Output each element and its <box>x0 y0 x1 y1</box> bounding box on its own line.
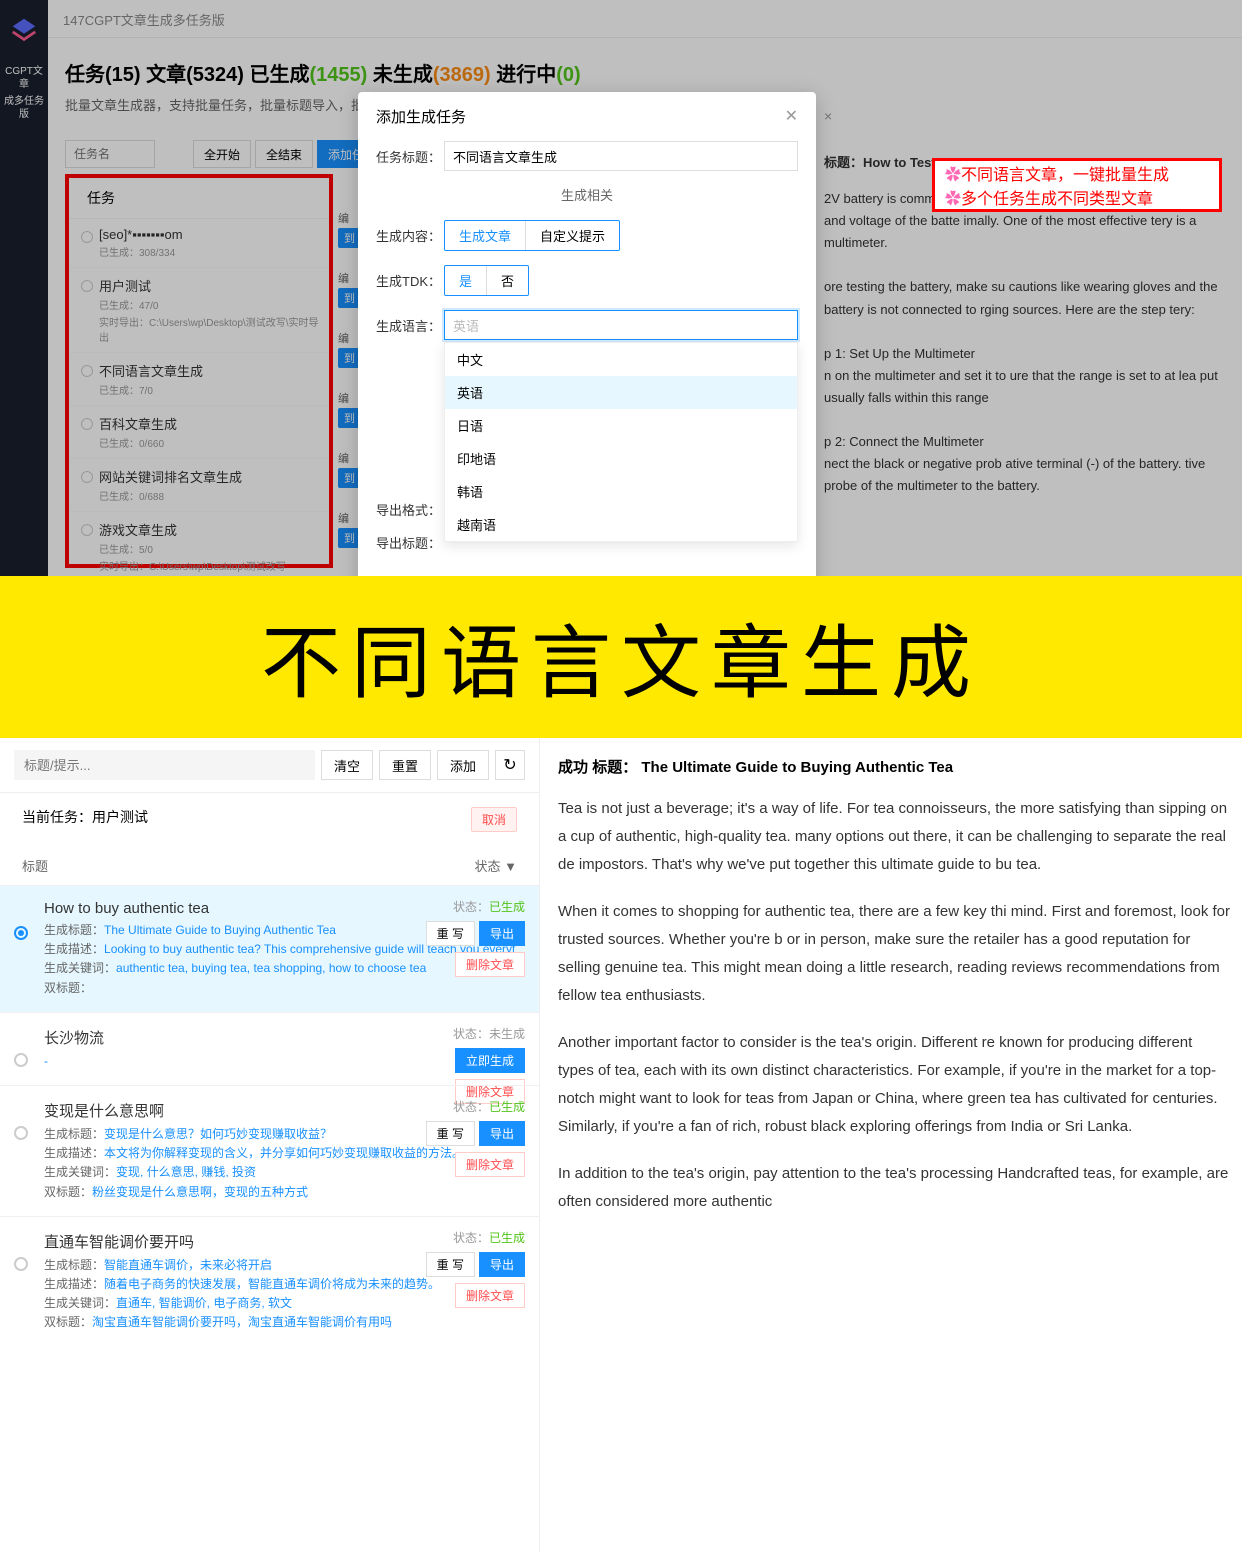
lang-option[interactable]: 印地语 <box>445 442 797 475</box>
gen-now-button[interactable]: 立即生成 <box>455 1048 525 1073</box>
lang-dropdown: 中文英语日语印地语韩语越南语 <box>444 342 798 542</box>
article-radio[interactable] <box>14 1257 28 1271</box>
cancel-button[interactable]: 取消 <box>471 807 517 832</box>
preview-paragraph: Another important factor to consider is … <box>558 1029 1232 1140</box>
lang-option[interactable]: 日语 <box>445 409 797 442</box>
delete-article-button[interactable]: 删除文章 <box>455 952 525 977</box>
success-label: 成功 <box>558 759 588 776</box>
bottom-section: 清空 重置 添加 ↻ 当前任务：用户测试 取消 标题 状态 ▼ How to b… <box>0 738 1242 1552</box>
callout-annotation: ✿不同语言文章，一键批量生成 ✿多个任务生成不同类型文章 <box>932 158 1222 212</box>
refresh-icon[interactable]: ↻ <box>495 750 525 780</box>
modal-close-icon[interactable]: ✕ <box>785 106 798 127</box>
preview-article-body: Tea is not just a beverage; it's a way o… <box>558 795 1232 1216</box>
export-button[interactable]: 导出 <box>479 1252 525 1277</box>
preview-article-title: The Ultimate Guide to Buying Authentic T… <box>641 759 953 776</box>
article-list-panel: 清空 重置 添加 ↻ 当前任务：用户测试 取消 标题 状态 ▼ How to b… <box>0 738 540 1552</box>
banner-text: 不同语言文章生成 <box>261 599 981 715</box>
lang-option[interactable]: 韩语 <box>445 475 797 508</box>
lang-option[interactable]: 英语 <box>445 376 797 409</box>
article-row[interactable]: 直通车智能调价要开吗 生成标题：智能直通车调价，未来必将开启生成描述：随着电子商… <box>0 1216 539 1347</box>
lang-option[interactable]: 中文 <box>445 343 797 376</box>
export-button[interactable]: 导出 <box>479 921 525 946</box>
delete-article-button[interactable]: 删除文章 <box>455 1152 525 1177</box>
export-fmt-label: 导出格式： <box>376 500 444 519</box>
rewrite-button[interactable]: 重 写 <box>426 921 475 946</box>
delete-article-button[interactable]: 删除文章 <box>455 1283 525 1308</box>
article-row[interactable]: 变现是什么意思啊 生成标题：变现是什么意思？如何巧妙变现赚取收益？生成描述：本文… <box>0 1085 539 1216</box>
lang-label: 生成语言： <box>376 316 444 335</box>
task-title-input[interactable] <box>444 141 798 171</box>
banner: 不同语言文章生成 <box>0 576 1242 738</box>
article-preview-panel: 成功 标题： The Ultimate Guide to Buying Auth… <box>540 738 1242 1552</box>
task-title-label: 任务标题： <box>376 147 444 166</box>
export-button[interactable]: 导出 <box>479 1121 525 1146</box>
opt-gen-article[interactable]: 生成文章 <box>445 221 526 250</box>
clear-button[interactable]: 清空 <box>321 750 373 780</box>
modal-title: 添加生成任务 <box>376 106 466 127</box>
section-title: 生成相关 <box>376 185 798 204</box>
article-row[interactable]: How to buy authentic tea 生成标题：The Ultima… <box>0 885 539 1012</box>
title-search-input[interactable] <box>14 750 315 780</box>
top-section: CGPT文章 成多任务版 147CGPT文章生成多任务版 任务(15) 文章(5… <box>0 0 1242 576</box>
title-label: 标题： <box>592 759 637 776</box>
current-task-label: 当前任务： <box>22 809 92 825</box>
tdk-label: 生成TDK： <box>376 271 444 290</box>
tdk-yes[interactable]: 是 <box>445 266 487 295</box>
current-task-val: 用户测试 <box>92 809 148 825</box>
tdk-no[interactable]: 否 <box>487 266 528 295</box>
add-task-modal: 添加生成任务 ✕ 任务标题： 生成相关 生成内容： 生成文章 自定义提示 生成T… <box>358 92 816 576</box>
preview-paragraph: When it comes to shopping for authentic … <box>558 898 1232 1009</box>
rewrite-button[interactable]: 重 写 <box>426 1252 475 1277</box>
content-radio-group: 生成文章 自定义提示 <box>444 220 620 251</box>
article-radio[interactable] <box>14 1053 28 1067</box>
reset-button[interactable]: 重置 <box>379 750 431 780</box>
article-radio[interactable] <box>14 926 28 940</box>
preview-paragraph: In addition to the tea's origin, pay att… <box>558 1160 1232 1216</box>
content-label: 生成内容： <box>376 226 444 245</box>
col-status[interactable]: 状态 ▼ <box>475 856 517 875</box>
lang-option[interactable]: 越南语 <box>445 508 797 541</box>
article-row[interactable]: 长沙物流 - 状态：未生成 立即生成 删除文章 <box>0 1012 539 1085</box>
col-title: 标题 <box>22 856 48 875</box>
lang-select[interactable]: 英语 <box>444 310 798 340</box>
export-title-label: 导出标题： <box>376 533 444 552</box>
opt-custom-prompt[interactable]: 自定义提示 <box>526 221 619 250</box>
rewrite-button[interactable]: 重 写 <box>426 1121 475 1146</box>
preview-paragraph: Tea is not just a beverage; it's a way o… <box>558 795 1232 878</box>
article-radio[interactable] <box>14 1126 28 1140</box>
tdk-radio-group: 是 否 <box>444 265 529 296</box>
add-button[interactable]: 添加 <box>437 750 489 780</box>
